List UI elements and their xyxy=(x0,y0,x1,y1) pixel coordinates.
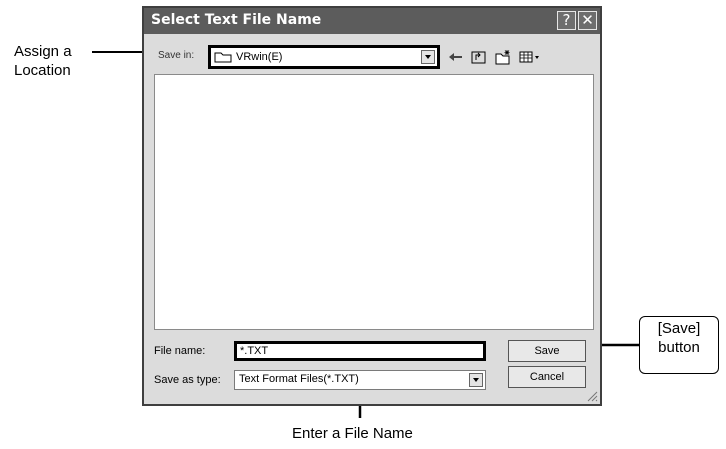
callout-enter-file-name: Enter a File Name xyxy=(292,425,413,442)
title-bar: Select Text File Name ? ✕ xyxy=(144,8,600,34)
file-list[interactable] xyxy=(154,74,594,330)
chevron-down-icon[interactable] xyxy=(421,50,435,64)
save-as-type-dropdown[interactable]: Text Format Files(*.TXT) xyxy=(234,370,486,390)
chevron-down-icon[interactable] xyxy=(469,373,483,387)
save-in-dropdown[interactable]: VRwin(E) xyxy=(208,45,440,69)
save-in-label: Save in: xyxy=(158,50,195,61)
save-in-value: VRwin(E) xyxy=(236,51,283,63)
callout-save-line1: [Save] xyxy=(657,320,701,337)
back-arrow-icon[interactable] xyxy=(446,49,464,65)
up-folder-icon[interactable] xyxy=(470,49,488,65)
view-menu-icon[interactable] xyxy=(518,49,542,65)
new-folder-icon[interactable] xyxy=(494,49,512,65)
save-button[interactable]: Save xyxy=(508,340,586,362)
resize-grip-icon[interactable] xyxy=(587,391,598,402)
help-button[interactable]: ? xyxy=(557,11,576,30)
dialog-title: Select Text File Name xyxy=(151,12,322,28)
callout-assign-line2: Location xyxy=(14,62,71,79)
file-name-input[interactable]: *.TXT xyxy=(234,341,486,361)
callout-save-button: [Save] button xyxy=(639,316,719,374)
callout-assign-location: Assign a Location xyxy=(14,42,72,80)
callout-assign-line1: Assign a xyxy=(14,43,72,60)
cancel-button[interactable]: Cancel xyxy=(508,366,586,388)
folder-icon xyxy=(214,52,232,63)
save-as-type-label: Save as type: xyxy=(154,374,221,386)
save-dialog: Select Text File Name ? ✕ Save in: VRwin… xyxy=(142,6,602,406)
close-button[interactable]: ✕ xyxy=(578,11,597,30)
callout-save-line2: button xyxy=(658,339,700,356)
file-name-label: File name: xyxy=(154,345,206,357)
save-as-type-value: Text Format Files(*.TXT) xyxy=(239,373,359,385)
